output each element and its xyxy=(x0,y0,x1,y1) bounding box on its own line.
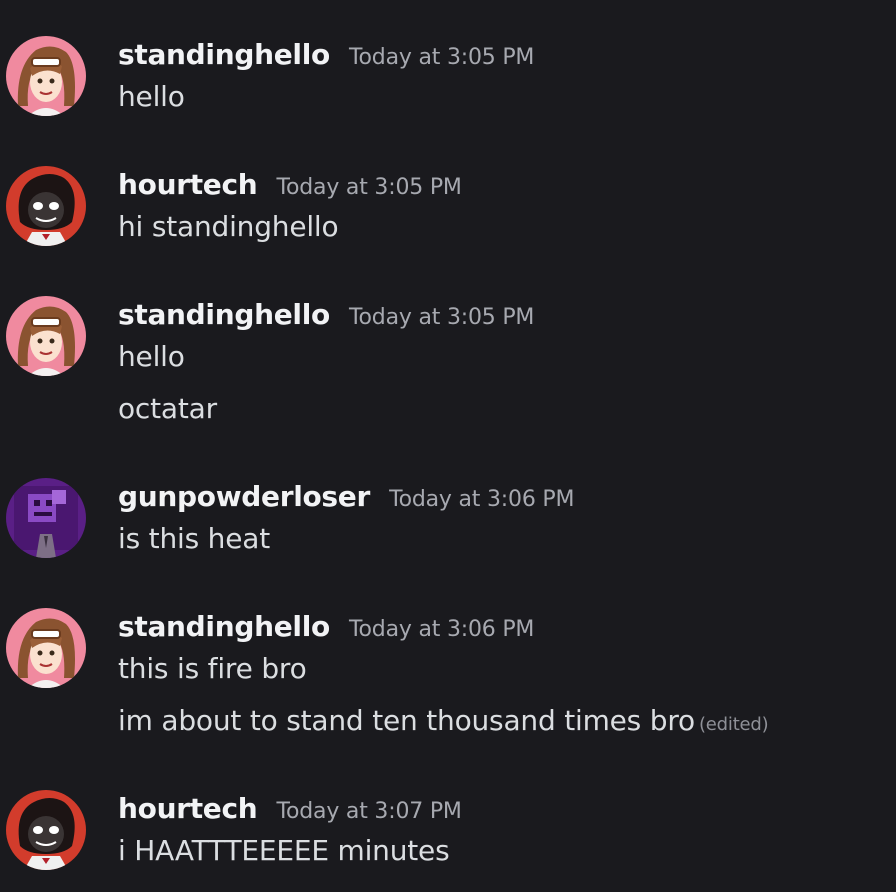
username[interactable]: standinghello xyxy=(118,610,330,643)
timestamp[interactable]: Today at 3:05 PM xyxy=(349,45,534,70)
avatar[interactable] xyxy=(6,296,86,376)
message-header: standinghello Today at 3:06 PM xyxy=(118,610,534,646)
username[interactable]: hourtech xyxy=(118,168,258,201)
message-text: is this heat xyxy=(118,522,270,555)
message-header: standinghello Today at 3:05 PM xyxy=(118,298,534,334)
avatar[interactable] xyxy=(6,608,86,688)
username[interactable]: hourtech xyxy=(118,792,258,825)
avatar[interactable] xyxy=(6,478,86,558)
avatar[interactable] xyxy=(6,166,86,246)
message-group: gunpowderloser Today at 3:06 PM is this … xyxy=(0,478,896,558)
message-header: gunpowderloser Today at 3:06 PM xyxy=(118,480,574,516)
avatar[interactable] xyxy=(6,790,86,870)
message-text: i HAATTTEEEEE minutes xyxy=(118,834,450,867)
purple-pixel-avatar-icon xyxy=(6,478,86,558)
anime-girl-avatar-icon xyxy=(6,608,86,688)
timestamp[interactable]: Today at 3:05 PM xyxy=(277,175,462,200)
message-text: hello xyxy=(118,80,185,113)
message-group: standinghello Today at 3:06 PM this is f… xyxy=(0,608,896,740)
message-header: standinghello Today at 3:05 PM xyxy=(118,38,534,74)
timestamp[interactable]: Today at 3:07 PM xyxy=(277,799,462,824)
message-header: hourtech Today at 3:07 PM xyxy=(118,792,462,828)
message-text: octatar xyxy=(118,392,217,425)
chat-message-list: standinghello Today at 3:05 PM hello hou… xyxy=(0,0,896,892)
message-group: hourtech Today at 3:05 PM hi standinghel… xyxy=(0,166,896,246)
message-header: hourtech Today at 3:05 PM xyxy=(118,168,462,204)
dark-character-avatar-icon xyxy=(6,166,86,246)
message-text: this is fire bro xyxy=(118,652,307,685)
edited-label: (edited) xyxy=(698,714,769,735)
timestamp[interactable]: Today at 3:05 PM xyxy=(349,305,534,330)
username[interactable]: standinghello xyxy=(118,38,330,71)
message-group: standinghello Today at 3:05 PM hello oct… xyxy=(0,296,896,428)
anime-girl-avatar-icon xyxy=(6,296,86,376)
message-text: hi standinghello xyxy=(118,210,339,243)
timestamp[interactable]: Today at 3:06 PM xyxy=(349,617,534,642)
timestamp[interactable]: Today at 3:06 PM xyxy=(389,487,574,512)
message-text-content: im about to stand ten thousand times bro xyxy=(118,704,695,737)
message-group: hourtech Today at 3:07 PM i HAATTTEEEEE … xyxy=(0,790,896,870)
username[interactable]: gunpowderloser xyxy=(118,480,370,513)
message-text: im about to stand ten thousand times bro… xyxy=(118,704,769,737)
avatar[interactable] xyxy=(6,36,86,116)
anime-girl-avatar-icon xyxy=(6,36,86,116)
message-text: hello xyxy=(118,340,185,373)
username[interactable]: standinghello xyxy=(118,298,330,331)
message-group: standinghello Today at 3:05 PM hello xyxy=(0,36,896,116)
dark-character-avatar-icon xyxy=(6,790,86,870)
